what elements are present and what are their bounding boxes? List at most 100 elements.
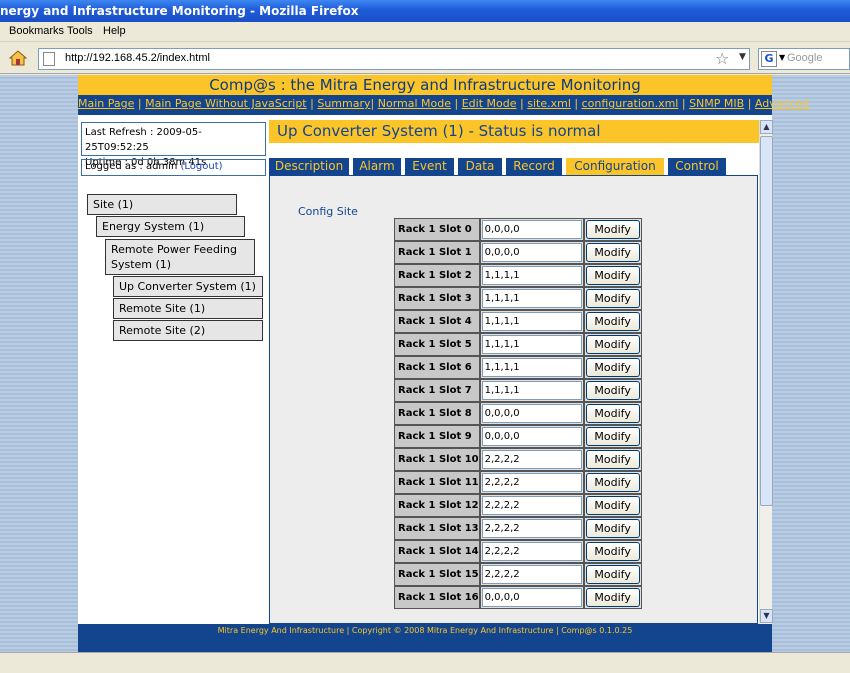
slot-value-input[interactable] (481, 266, 582, 285)
slot-value-input[interactable] (481, 312, 582, 331)
slot-value-cell (479, 540, 584, 563)
modify-button[interactable]: Modify (585, 266, 640, 285)
link-edit-mode[interactable]: Edit Mode (462, 97, 517, 110)
url-text[interactable]: http://192.168.45.2/index.html (65, 52, 210, 64)
modify-button[interactable]: Modify (585, 450, 640, 469)
slot-value-input[interactable] (481, 220, 582, 239)
modify-cell: Modify (583, 586, 642, 609)
footer-link[interactable]: Mitra Energy And Infrastructure (218, 626, 344, 635)
modify-button[interactable]: Modify (585, 519, 640, 538)
config-row: Rack 1 Slot 0 Modify (394, 218, 642, 241)
slot-value-cell (479, 264, 584, 287)
slot-value-input[interactable] (481, 473, 582, 492)
link-snmp-mib[interactable]: SNMP MIB (689, 97, 744, 110)
link-normal-mode[interactable]: Normal Mode (378, 97, 451, 110)
slot-value-cell (479, 494, 584, 517)
search-box[interactable]: G ▼ Google (758, 48, 850, 70)
slot-value-cell (479, 287, 584, 310)
slot-value-input[interactable] (481, 565, 582, 584)
menu-tools[interactable]: Tools (67, 25, 93, 37)
url-dropdown-icon[interactable]: ▼ (739, 52, 746, 62)
modify-button[interactable]: Modify (585, 496, 640, 515)
link-separator: | (370, 97, 375, 110)
slot-value-input[interactable] (481, 542, 582, 561)
tree-node-up-converter[interactable]: Up Converter System (1) (113, 276, 263, 297)
tab-description[interactable]: Description (269, 158, 349, 175)
link-site-xml[interactable]: site.xml (527, 97, 571, 110)
search-placeholder[interactable]: Google (787, 52, 822, 64)
tab-configuration[interactable]: Configuration (566, 158, 664, 175)
tree-node-remote-site-2[interactable]: Remote Site (2) (113, 320, 263, 341)
modify-cell: Modify (583, 264, 642, 287)
config-row: Rack 1 Slot 4 Modify (394, 310, 642, 333)
bookmark-star-icon[interactable]: ☆ (715, 49, 729, 68)
slot-value-input[interactable] (481, 404, 582, 423)
tree-node-remote-site-1[interactable]: Remote Site (1) (113, 298, 263, 319)
link-configuration-xml[interactable]: configuration.xml (582, 97, 679, 110)
scroll-thumb[interactable] (760, 136, 773, 506)
slot-value-input[interactable] (481, 427, 582, 446)
scroll-up-icon[interactable]: ▲ (760, 120, 773, 134)
link-main-page-no-js[interactable]: Main Page Without JavaScript (145, 97, 307, 110)
slot-label: Rack 1 Slot 2 (394, 264, 480, 287)
modify-button[interactable]: Modify (585, 427, 640, 446)
slot-value-input[interactable] (481, 588, 582, 607)
slot-value-input[interactable] (481, 450, 582, 469)
modify-button[interactable]: Modify (585, 289, 640, 308)
search-dropdown-icon[interactable]: ▼ (779, 53, 785, 62)
slot-label: Rack 1 Slot 13 (394, 517, 480, 540)
slot-label: Rack 1 Slot 6 (394, 356, 480, 379)
tree-node-remote-power-feeding[interactable]: Remote Power Feeding System (1) (105, 239, 255, 275)
modify-button[interactable]: Modify (585, 312, 640, 331)
modify-button[interactable]: Modify (585, 404, 640, 423)
slot-value-input[interactable] (481, 358, 582, 377)
scroll-down-icon[interactable]: ▼ (760, 609, 773, 623)
slot-label: Rack 1 Slot 12 (394, 494, 480, 517)
home-icon[interactable] (8, 48, 28, 68)
menu-bookmarks[interactable]: Bookmarks (9, 25, 64, 37)
modify-button[interactable]: Modify (585, 358, 640, 377)
slot-label: Rack 1 Slot 0 (394, 218, 480, 241)
slot-label: Rack 1 Slot 3 (394, 287, 480, 310)
tab-alarm[interactable]: Alarm (353, 158, 401, 175)
address-bar[interactable]: http://192.168.45.2/index.html ☆ ▼ (38, 48, 750, 70)
menu-help[interactable]: Help (103, 25, 126, 37)
configuration-panel: Config Site Rack 1 Slot 0ModifyRack 1 Sl… (269, 175, 758, 624)
modify-button[interactable]: Modify (585, 588, 640, 607)
slot-value-input[interactable] (481, 381, 582, 400)
tree-node-energy-system[interactable]: Energy System (1) (96, 216, 245, 237)
link-summary[interactable]: Summary (317, 97, 370, 110)
logout-link[interactable]: (Logout) (180, 161, 222, 172)
modify-cell: Modify (583, 356, 642, 379)
link-advanced[interactable]: Advanced (755, 97, 809, 110)
tab-data[interactable]: Data (458, 158, 502, 175)
modify-button[interactable]: Modify (585, 335, 640, 354)
slot-value-cell (479, 241, 584, 264)
modify-button[interactable]: Modify (585, 565, 640, 584)
slot-value-input[interactable] (481, 335, 582, 354)
tab-record[interactable]: Record (506, 158, 562, 175)
modify-button[interactable]: Modify (585, 243, 640, 262)
slot-value-input[interactable] (481, 519, 582, 538)
slot-label: Rack 1 Slot 5 (394, 333, 480, 356)
last-refresh-text: Last Refresh : 2009-05-25T09:52:25 (85, 127, 202, 153)
vertical-scrollbar[interactable]: ▲ ▼ (759, 120, 773, 624)
modify-button[interactable]: Modify (585, 220, 640, 239)
modify-button[interactable]: Modify (585, 381, 640, 400)
modify-button[interactable]: Modify (585, 473, 640, 492)
slot-label: Rack 1 Slot 16 (394, 586, 480, 609)
tree-node-site[interactable]: Site (1) (87, 194, 237, 215)
search-engine-icon[interactable]: G (761, 51, 777, 67)
slot-label: Rack 1 Slot 1 (394, 241, 480, 264)
slot-value-input[interactable] (481, 496, 582, 515)
slot-value-input[interactable] (481, 243, 582, 262)
slot-value-input[interactable] (481, 289, 582, 308)
modify-cell: Modify (583, 218, 642, 241)
modify-button[interactable]: Modify (585, 542, 640, 561)
link-separator: | (574, 97, 579, 110)
config-row: Rack 1 Slot 10 Modify (394, 448, 642, 471)
footer-text: | Copyright © 2008 Mitra Energy And Infr… (344, 626, 633, 635)
tab-event[interactable]: Event (405, 158, 454, 175)
tab-control[interactable]: Control (668, 158, 726, 175)
link-main-page[interactable]: Main Page (78, 97, 134, 110)
